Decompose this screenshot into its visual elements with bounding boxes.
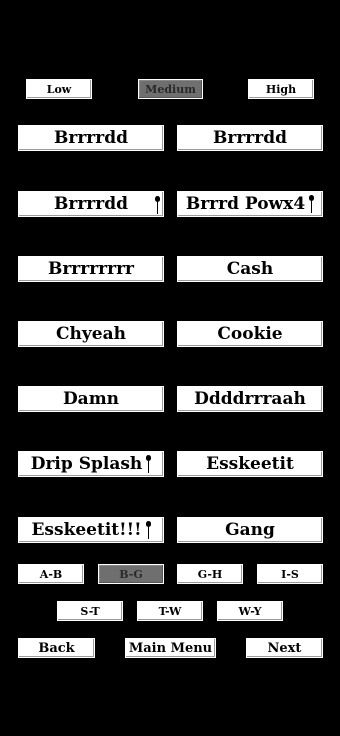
sound-label: Brrrrrrrr xyxy=(47,259,135,279)
sound-button-brrrrdd-1[interactable]: Brrrrdd xyxy=(18,125,164,151)
microphone-icon xyxy=(155,196,160,214)
sound-label: Esskeetit!!! xyxy=(31,520,142,540)
sound-button-esskeetit[interactable]: Esskeetit xyxy=(177,451,323,477)
sound-label: Brrrrdd xyxy=(213,128,287,148)
sound-button-brrrrrrrr[interactable]: Brrrrrrrr xyxy=(18,256,164,282)
sound-button-brrrrdd-2[interactable]: Brrrrdd xyxy=(177,125,323,151)
back-button[interactable]: Back xyxy=(18,638,95,658)
sound-label: Drip Splash xyxy=(30,454,143,474)
sound-label: Chyeah xyxy=(56,324,126,344)
next-button[interactable]: Next xyxy=(246,638,323,658)
intensity-high-button[interactable]: High xyxy=(248,79,314,99)
intensity-medium-button[interactable]: Medium xyxy=(138,79,203,99)
sound-label: Brrrrdd xyxy=(54,194,128,214)
sound-label: Ddddrrraah xyxy=(194,389,306,409)
microphone-icon xyxy=(146,455,152,473)
sound-label: Damn xyxy=(62,389,120,409)
range-s-t-button[interactable]: S-T xyxy=(57,601,123,621)
range-i-s-button[interactable]: I-S xyxy=(257,564,323,584)
sound-button-esskeetit-excl[interactable]: Esskeetit!!! xyxy=(18,517,164,543)
microphone-icon xyxy=(309,195,315,213)
sound-button-cookie[interactable]: Cookie xyxy=(177,321,323,347)
microphone-icon xyxy=(145,521,151,539)
sound-label: Brrrd Powx4 xyxy=(185,194,306,214)
range-t-w-button[interactable]: T-W xyxy=(137,601,203,621)
range-w-y-button[interactable]: W-Y xyxy=(217,601,283,621)
sound-button-gang[interactable]: Gang xyxy=(177,517,323,543)
main-menu-button[interactable]: Main Menu xyxy=(125,638,216,658)
sound-label: Cookie xyxy=(217,324,283,344)
sound-label: Cash xyxy=(226,259,274,279)
sound-button-brrrrdd-3[interactable]: Brrrrdd xyxy=(18,191,164,217)
sound-label: Esskeetit xyxy=(206,454,294,474)
sound-label: Gang xyxy=(225,520,275,540)
sound-button-brrrd-powx4[interactable]: Brrrd Powx4 xyxy=(177,191,323,217)
range-g-h-button[interactable]: G-H xyxy=(177,564,243,584)
sound-button-cash[interactable]: Cash xyxy=(177,256,323,282)
sound-button-damn[interactable]: Damn xyxy=(18,386,164,412)
sound-button-ddddrrraah[interactable]: Ddddrrraah xyxy=(177,386,323,412)
sound-label: Brrrrdd xyxy=(54,128,128,148)
range-b-g-button[interactable]: B-G xyxy=(98,564,164,584)
sound-button-chyeah[interactable]: Chyeah xyxy=(18,321,164,347)
range-a-b-button[interactable]: A-B xyxy=(18,564,84,584)
sound-button-drip-splash[interactable]: Drip Splash xyxy=(18,451,164,477)
intensity-low-button[interactable]: Low xyxy=(26,79,92,99)
